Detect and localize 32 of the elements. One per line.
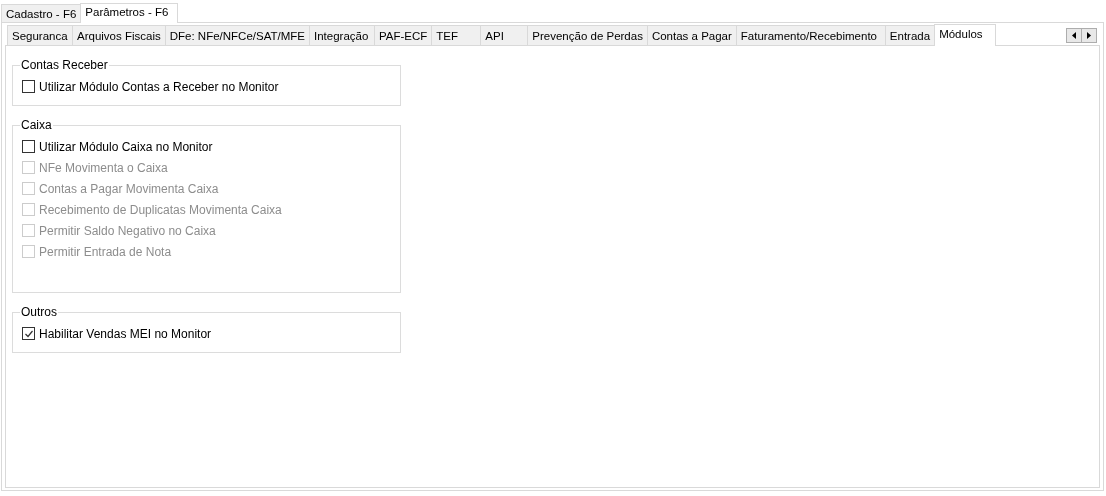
- checkbox-label: Utilizar Módulo Contas a Receber no Monitor: [39, 79, 279, 94]
- checkbox[interactable]: [22, 140, 35, 153]
- tab[interactable]: Integração: [308, 25, 375, 45]
- tab[interactable]: Arquivos Fiscais: [72, 25, 166, 45]
- triangle-right-icon: [1087, 32, 1091, 39]
- tab[interactable]: TEF: [431, 25, 482, 45]
- tab[interactable]: Faturamento/Recebimento: [735, 25, 886, 45]
- checkbox[interactable]: [22, 327, 35, 340]
- tab[interactable]: Contas a Pagar: [646, 25, 737, 45]
- group-title: Caixa: [20, 118, 53, 132]
- checkbox-label: NFe Movimenta o Caixa: [39, 160, 168, 175]
- checkbox[interactable]: [22, 80, 35, 93]
- tab[interactable]: Seguranca: [7, 25, 73, 45]
- tab[interactable]: Entrada: [884, 25, 936, 45]
- checkbox-label: Permitir Saldo Negativo no Caixa: [39, 223, 216, 238]
- checkbox-label: Recebimento de Duplicatas Movimenta Caixa: [39, 202, 282, 217]
- tab[interactable]: API: [480, 25, 529, 45]
- group-title: Contas Receber: [20, 58, 109, 72]
- tab[interactable]: Parâmetros - F6: [80, 3, 179, 23]
- checkbox-label: Permitir Entrada de Nota: [39, 244, 172, 259]
- group-title: Outros: [20, 305, 58, 319]
- checkbox-label: Utilizar Módulo Caixa no Monitor: [39, 139, 213, 154]
- tab[interactable]: Cadastro - F6: [1, 4, 82, 22]
- tab[interactable]: Prevenção de Perdas: [527, 25, 648, 45]
- triangle-left-icon: [1072, 32, 1076, 39]
- scroll-left-button[interactable]: [1066, 28, 1082, 43]
- tab[interactable]: Módulos: [934, 24, 997, 46]
- checkbox-label: Habilitar Vendas MEI no Monitor: [39, 326, 212, 341]
- tab[interactable]: DFe: NFe/NFCe/SAT/MFE: [164, 25, 310, 45]
- tab[interactable]: PAF-ECF: [373, 25, 433, 45]
- checkbox-label: Contas a Pagar Movimenta Caixa: [39, 181, 219, 196]
- scroll-right-button[interactable]: [1081, 28, 1097, 43]
